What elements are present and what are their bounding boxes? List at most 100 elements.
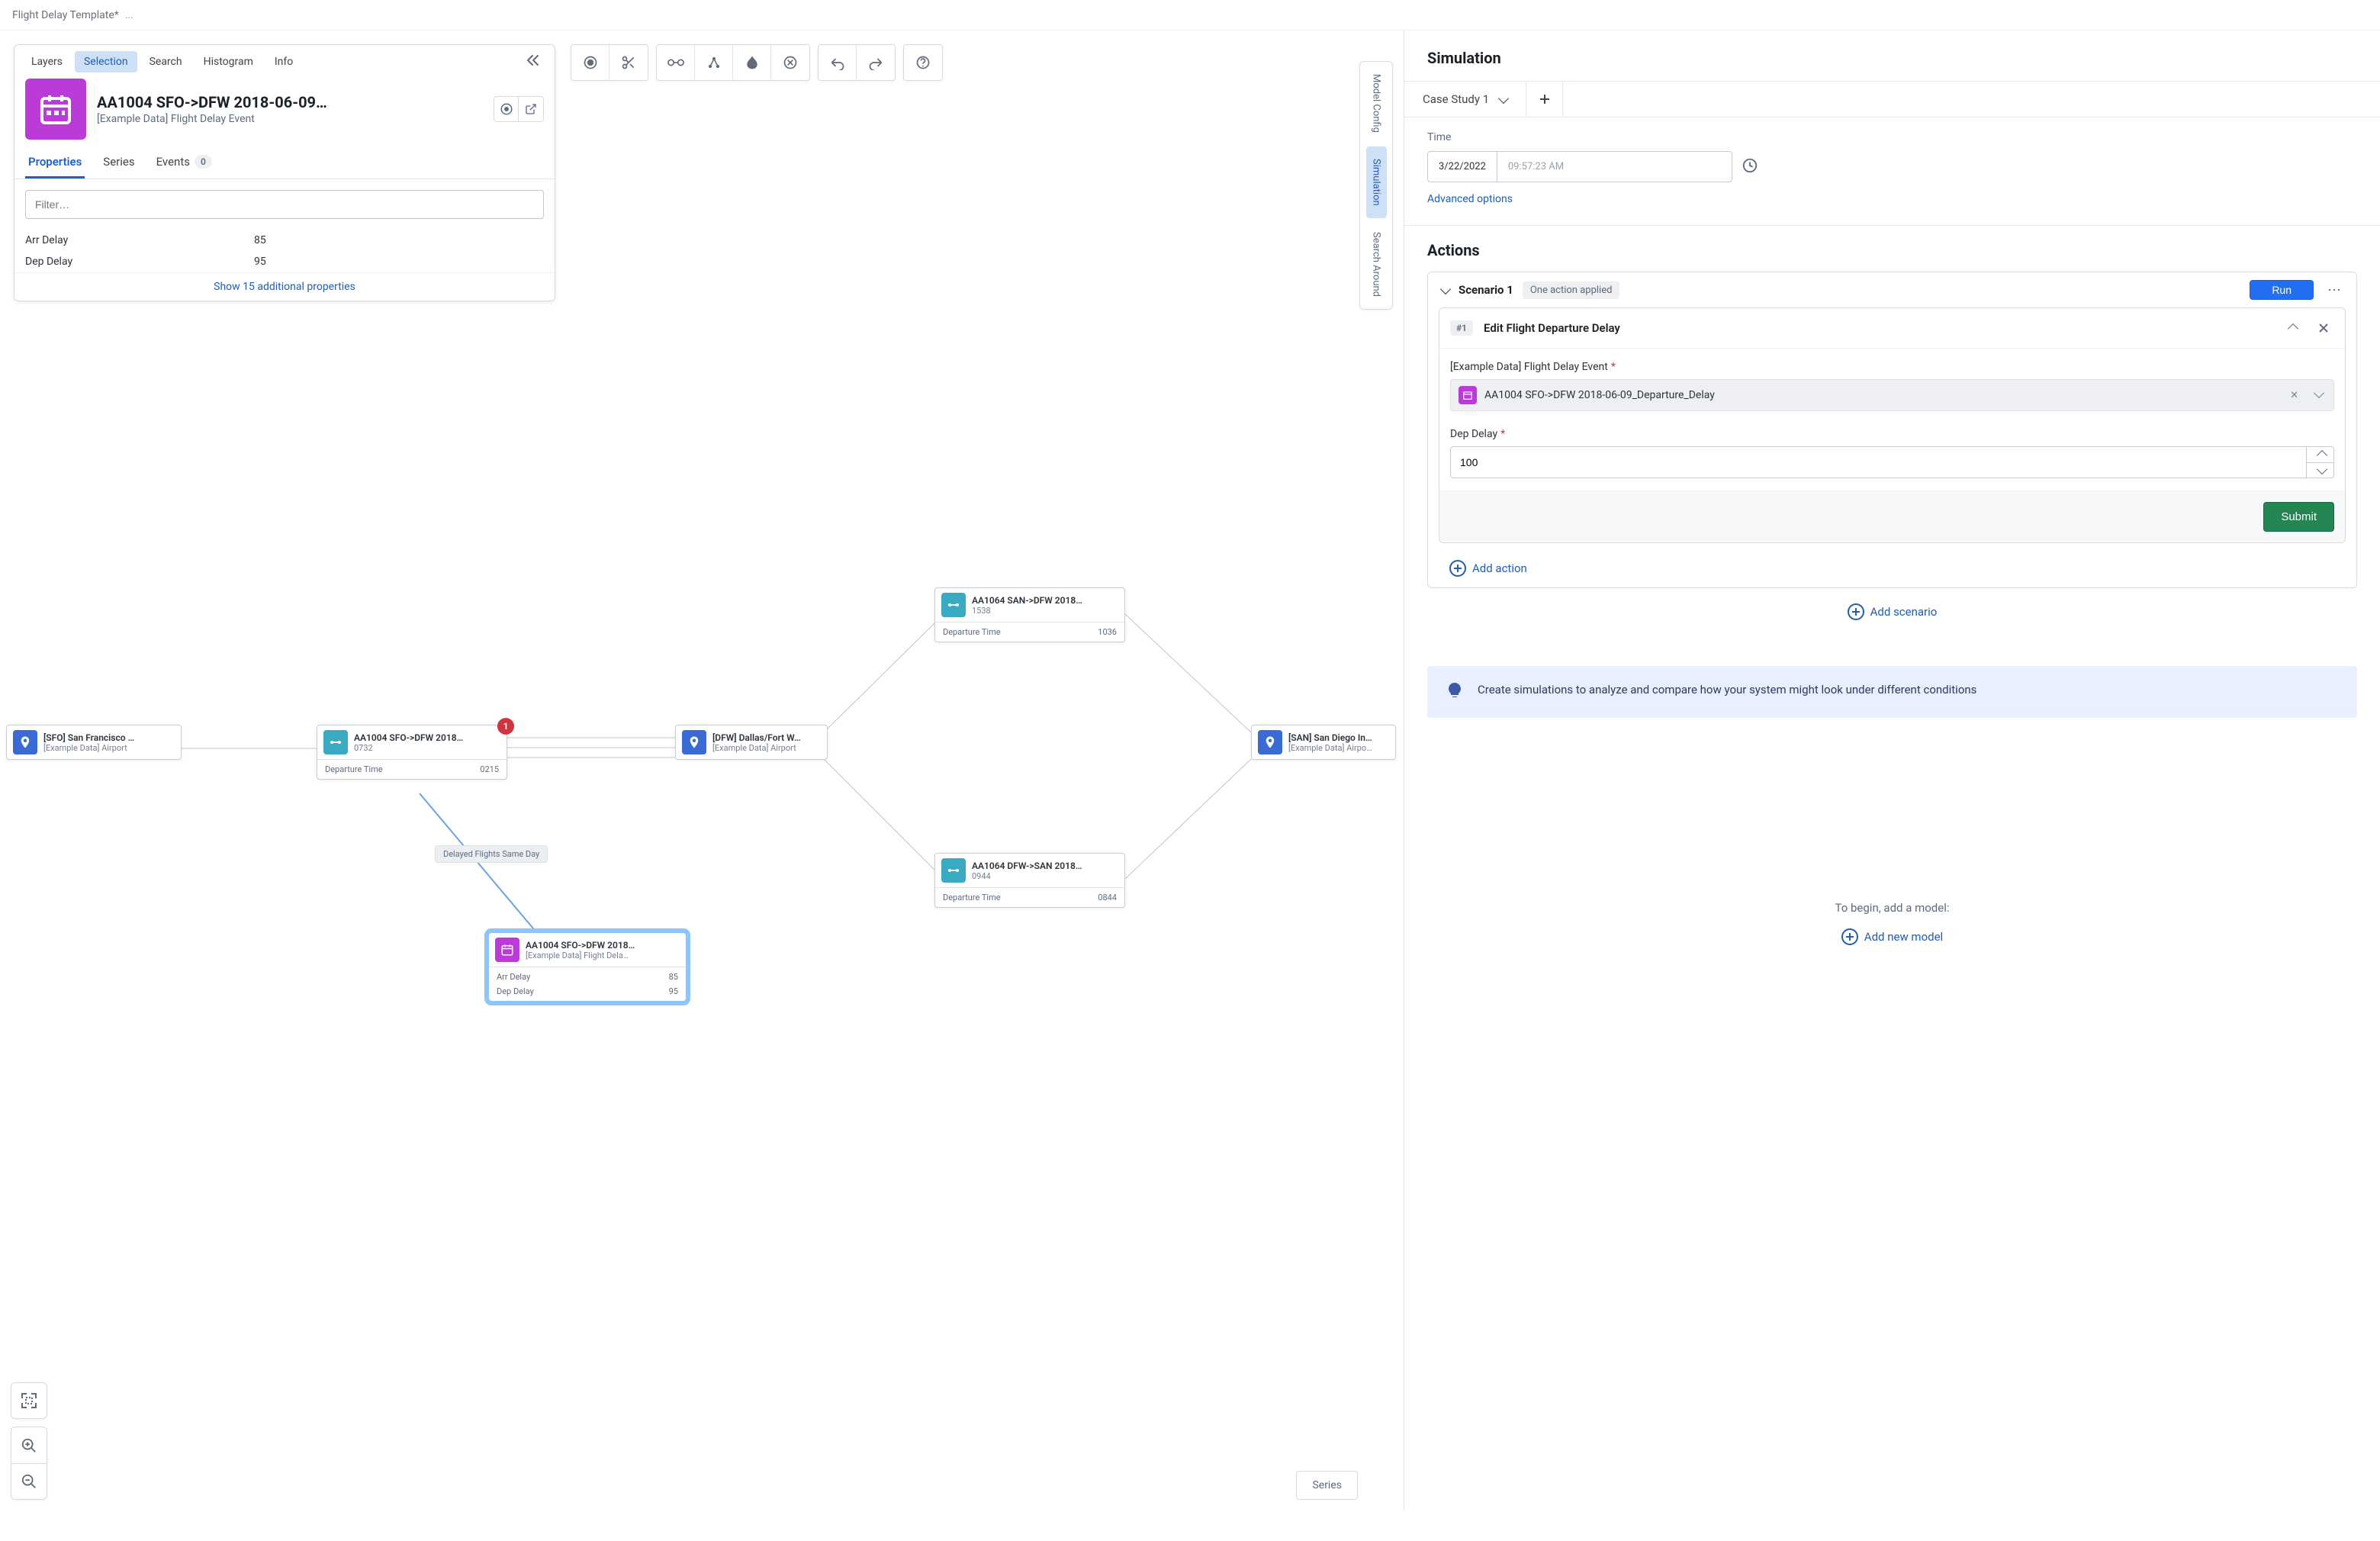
right-side-tabs: Model Config Simulation Search Around bbox=[1359, 61, 1393, 310]
calendar-event-icon bbox=[1459, 386, 1477, 404]
collapse-panel-button[interactable] bbox=[519, 51, 547, 72]
node-san-airport[interactable]: [SAN] San Diego In… [Example Data] Airpo… bbox=[1251, 725, 1396, 760]
flight-icon bbox=[941, 858, 966, 883]
selection-title: AA1004 SFO->DFW 2018-06-09… bbox=[97, 93, 483, 111]
add-action-link[interactable]: Add action bbox=[1428, 554, 2356, 587]
decrement-button[interactable] bbox=[2307, 463, 2333, 478]
advanced-options-link[interactable]: Advanced options bbox=[1427, 193, 1513, 205]
tab-info[interactable]: Info bbox=[265, 51, 302, 72]
selection-subtitle: [Example Data] Flight Delay Event bbox=[97, 113, 483, 125]
tab-histogram[interactable]: Histogram bbox=[195, 51, 262, 72]
help-button[interactable] bbox=[904, 45, 942, 80]
plus-circle-icon bbox=[1848, 603, 1864, 620]
chevron-up-icon bbox=[2288, 323, 2298, 334]
fit-button[interactable] bbox=[11, 1382, 47, 1419]
action-card: #1 Edit Flight Departure Delay [Example … bbox=[1439, 307, 2346, 543]
scenario-name: Scenario 1 bbox=[1459, 283, 1513, 297]
calendar-event-icon bbox=[495, 938, 519, 962]
submit-button[interactable]: Submit bbox=[2263, 502, 2334, 532]
pin-icon bbox=[682, 730, 706, 754]
simulation-panel: Simulation Case Study 1 Time 3/22/2022 0… bbox=[1404, 31, 2380, 1510]
add-case-study-button[interactable] bbox=[1526, 82, 1563, 117]
event-select[interactable]: AA1004 SFO->DFW 2018-06-09_Departure_Del… bbox=[1450, 379, 2334, 411]
selection-panel: Layers Selection Search Histogram Info A… bbox=[14, 44, 555, 301]
node-dfw-airport[interactable]: [DFW] Dallas/Fort W… [Example Data] Airp… bbox=[675, 725, 828, 760]
tab-search[interactable]: Search bbox=[140, 51, 191, 72]
action-index: #1 bbox=[1450, 320, 1473, 336]
dep-delay-input[interactable] bbox=[1450, 446, 2307, 478]
caret-down-icon[interactable] bbox=[1440, 283, 1451, 294]
increment-button[interactable] bbox=[2307, 447, 2333, 463]
zoom-out-button[interactable] bbox=[11, 1463, 47, 1500]
side-tab-search-around[interactable]: Search Around bbox=[1366, 220, 1387, 309]
lightbulb-icon bbox=[1446, 681, 1464, 703]
zoom-in-button[interactable] bbox=[11, 1427, 47, 1463]
add-model-link[interactable]: Add new model bbox=[1404, 928, 2380, 945]
cut-button[interactable] bbox=[609, 45, 648, 80]
action-title: Edit Flight Departure Delay bbox=[1484, 321, 2270, 335]
datetime-input[interactable]: 3/22/2022 09:57:23 AM bbox=[1427, 151, 1732, 182]
node-sfo-airport[interactable]: [SFO] San Francisco … [Example Data] Air… bbox=[6, 725, 182, 760]
brush-button[interactable] bbox=[733, 45, 771, 80]
subtab-series[interactable]: Series bbox=[100, 147, 137, 179]
property-row: Dep Delay 95 bbox=[14, 251, 555, 272]
redo-button[interactable] bbox=[857, 45, 895, 80]
titlebar: Flight Delay Template* ... bbox=[0, 0, 2380, 31]
side-tab-model-config[interactable]: Model Config bbox=[1366, 62, 1387, 145]
clock-icon[interactable] bbox=[1742, 157, 1758, 177]
scenario-menu-button[interactable]: ⋯ bbox=[2323, 282, 2346, 298]
canvas-toolbar bbox=[571, 44, 943, 81]
simulation-title: Simulation bbox=[1427, 49, 2357, 67]
tab-case-study[interactable]: Case Study 1 bbox=[1404, 82, 1526, 117]
events-count-badge: 0 bbox=[195, 155, 212, 169]
node-flight-aa1064-san-dfw[interactable]: AA1064 SAN->DFW 2018… 1538 Departure Tim… bbox=[934, 587, 1125, 642]
time-label: Time bbox=[1427, 131, 2357, 143]
graph-canvas[interactable]: Layers Selection Search Histogram Info A… bbox=[0, 31, 1404, 1510]
collapse-icon bbox=[526, 54, 541, 66]
workspace-title: Flight Delay Template* bbox=[12, 9, 119, 21]
chevron-down-icon bbox=[2316, 464, 2327, 475]
scenario-badge: One action applied bbox=[1523, 281, 1620, 299]
scenario-card: Scenario 1 One action applied Run ⋯ #1 E… bbox=[1427, 272, 2357, 588]
titlebar-more[interactable]: ... bbox=[125, 9, 133, 21]
chevron-down-icon bbox=[2314, 387, 2324, 397]
subtab-events[interactable]: Events 0 bbox=[153, 147, 215, 179]
clear-selection-button[interactable]: ✕ bbox=[2287, 390, 2301, 401]
property-row: Arr Delay 85 bbox=[14, 230, 555, 251]
side-tab-simulation[interactable]: Simulation bbox=[1366, 146, 1387, 218]
series-button[interactable]: Series bbox=[1296, 1471, 1358, 1500]
run-button[interactable]: Run bbox=[2250, 280, 2314, 300]
node-flight-aa1004-1[interactable]: 1 AA1004 SFO->DFW 2018… 0732 Departure T… bbox=[317, 725, 507, 780]
undo-button[interactable] bbox=[819, 45, 857, 80]
target-button[interactable] bbox=[494, 97, 519, 121]
info-callout: Create simulations to analyze and compar… bbox=[1427, 666, 2357, 718]
collapse-action-button[interactable] bbox=[2281, 317, 2302, 339]
event-type-icon bbox=[25, 79, 86, 140]
open-button[interactable] bbox=[519, 97, 543, 121]
node-selected-delay-event[interactable]: AA1004 SFO->DFW 2018… [Example Data] Fli… bbox=[488, 932, 687, 1002]
pin-icon bbox=[1258, 730, 1282, 754]
add-scenario-link[interactable]: Add scenario bbox=[1404, 597, 2380, 635]
expand-button[interactable] bbox=[695, 45, 733, 80]
tab-layers[interactable]: Layers bbox=[22, 51, 72, 72]
actions-title: Actions bbox=[1404, 225, 2380, 272]
link-button[interactable] bbox=[657, 45, 695, 80]
record-button[interactable] bbox=[571, 45, 609, 80]
clear-button[interactable] bbox=[771, 45, 809, 80]
flight-icon bbox=[323, 730, 348, 754]
model-prompt: To begin, add a model: bbox=[1404, 901, 2380, 915]
subtab-properties[interactable]: Properties bbox=[25, 147, 85, 179]
show-more-properties[interactable]: Show 15 additional properties bbox=[14, 272, 555, 301]
plus-circle-icon bbox=[1841, 928, 1858, 945]
tab-selection[interactable]: Selection bbox=[75, 51, 137, 72]
change-badge: 1 bbox=[497, 718, 514, 735]
close-action-button[interactable] bbox=[2313, 317, 2334, 339]
open-dropdown-button[interactable] bbox=[2309, 389, 2326, 402]
chevron-up-icon bbox=[2316, 450, 2327, 461]
plus-circle-icon bbox=[1449, 560, 1466, 577]
edge-label-delayed: Delayed Flights Same Day bbox=[435, 845, 548, 863]
flight-icon bbox=[941, 593, 966, 617]
filter-input[interactable] bbox=[25, 190, 544, 219]
node-flight-aa1064-dfw-san[interactable]: AA1064 DFW->SAN 2018… 0944 Departure Tim… bbox=[934, 853, 1125, 908]
chevron-down-icon bbox=[1498, 92, 1509, 103]
